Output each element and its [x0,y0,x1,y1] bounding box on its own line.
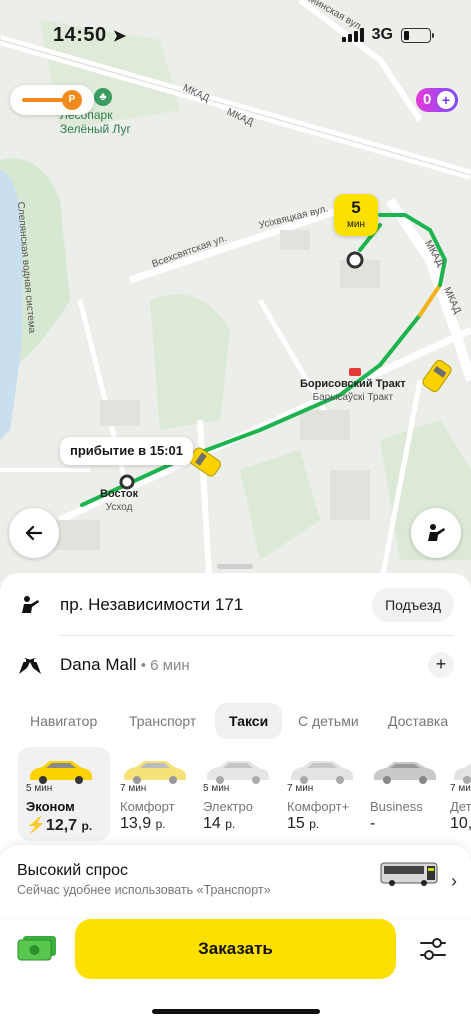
tab-taxi[interactable]: Такси [215,703,283,739]
tab-delivery[interactable]: Доставка [388,703,448,739]
chevron-right-icon: › [451,871,457,891]
sheet-handle[interactable] [217,564,253,569]
bus-icon [380,862,438,886]
person-waving-icon [17,592,43,618]
add-stop-button[interactable]: + [428,652,454,678]
back-button[interactable] [9,508,59,558]
tariff-comfort-plus[interactable]: 7 мин Комфорт+ 15 р. [279,747,371,841]
tariff-econom[interactable]: 5 мин Эконом ⚡12,7 р. [18,747,110,841]
tab-navigator[interactable]: Навигатор [30,703,97,739]
person-waving-icon [428,524,445,541]
finish-flags-icon [17,652,43,678]
cash-payment-icon[interactable] [17,935,57,961]
tariff-business[interactable]: Business - [362,747,454,841]
mode-tabs: Навигатор Транспорт Такси С детьми Доста… [0,703,471,739]
network-type: 3G [371,26,393,43]
parking-bar-icon [22,98,66,102]
to-address-row[interactable]: Dana Mall • 6 мин + [0,635,471,695]
arrow-left-icon [25,525,43,541]
tariff-list: 5 мин Эконом ⚡12,7 р. 7 мин Комфорт 13,9… [0,747,471,841]
demand-title: Высокий спрос [17,862,129,879]
car-white-icon [207,761,269,784]
arrival-bubble: прибытие в 15:01 [60,437,193,465]
home-indicator[interactable] [152,1009,320,1014]
park-icon: ♣ [94,88,112,106]
settings-sliders-icon[interactable] [418,935,448,963]
from-address: пр. Независимости 171 [60,595,244,614]
status-time: 14:50 ➤ [53,24,127,46]
status-bar: 14:50 ➤ 3G [0,0,471,60]
battery-icon [401,27,434,43]
car-white-icon [454,763,471,784]
plus-icon: + [435,654,447,674]
car-yellow-icon [124,761,186,784]
tariff-comfort[interactable]: 7 мин Комфорт 13,9 р. [112,747,204,841]
car-grey-icon [374,762,436,784]
tariff-electro[interactable]: 5 мин Электро 14 р. [195,747,287,841]
stop-label-borisov: Борисовский Тракт Барысаўскі Тракт [300,378,406,403]
order-button[interactable]: Заказать [75,919,396,979]
entrance-button[interactable]: Подъезд [372,588,454,622]
demand-subtitle: Сейчас удобнее использовать «Транспорт» [17,883,271,897]
order-sheet: пр. Независимости 171 Подъезд Dana Mall … [0,564,471,1024]
high-demand-banner[interactable]: Высокий спрос Сейчас удобнее использоват… [0,845,471,917]
stop-label-vostok: Восток Усход [100,488,139,513]
tab-with-kids[interactable]: С детьми [298,703,359,739]
plus-icon: + [437,91,455,109]
parking-toggle[interactable]: Р [10,85,94,115]
tab-transport[interactable]: Транспорт [129,703,196,739]
tariff-kids[interactable]: 7 мин Дет 10, [442,747,471,841]
location-arrow-icon: ➤ [112,28,127,45]
car-white-icon [291,761,353,784]
map-view[interactable]: 14:50 ➤ 3G МКАД МКАД МКАД МКАД Усіхвяцка… [0,0,471,590]
eta-bubble: 5 мин [334,194,378,236]
surge-icon: ⚡ [26,817,46,834]
parking-icon: Р [62,90,82,110]
pickup-location-button[interactable] [411,508,461,558]
car-yellow-icon [30,761,92,784]
to-address: Dana Mall • 6 мин [60,655,190,674]
plus-badge[interactable]: 0 + [416,88,458,112]
from-address-row[interactable]: пр. Независимости 171 Подъезд [0,575,471,635]
